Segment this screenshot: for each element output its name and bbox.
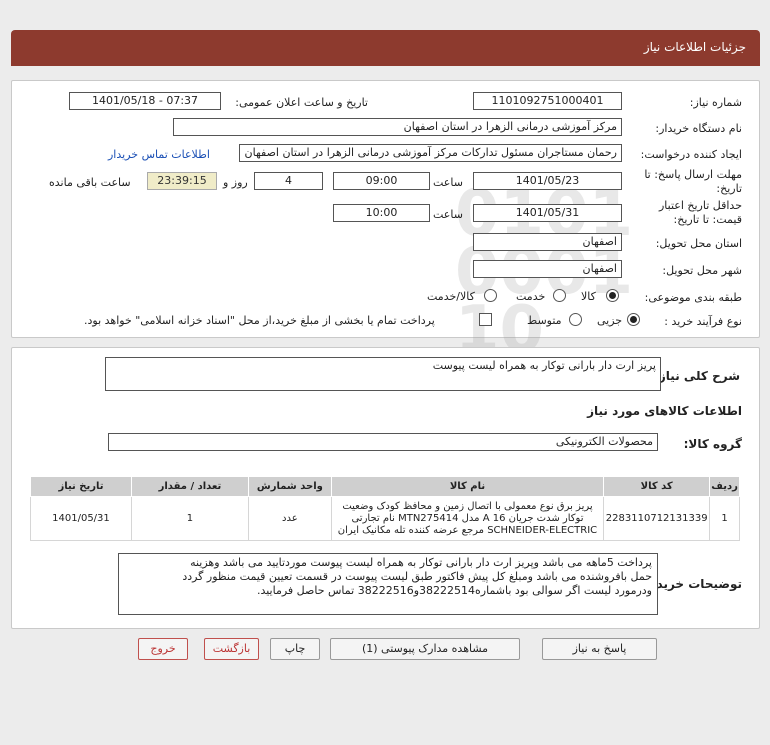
validity-time-label: ساعت bbox=[433, 208, 463, 221]
buyer-notes-line-3: ودرمورد لیست اگر سوالی بود باشماره382225… bbox=[256, 584, 652, 597]
view-attachments-button[interactable]: مشاهده مدارک پیوستی (1) bbox=[330, 638, 520, 660]
goods-table: ردیف کد کالا نام کالا واحد شمارش تعداد /… bbox=[30, 476, 740, 541]
process-label: نوع فرآیند خرید : bbox=[664, 315, 742, 328]
goods-group-label: گروه کالا: bbox=[683, 437, 742, 451]
city-label: شهر محل تحویل: bbox=[662, 264, 742, 277]
announce-field: 1401/05/18 - 07:37 bbox=[69, 92, 221, 110]
buyer-org-field: مرکز آموزشی درمانی الزهرا در استان اصفها… bbox=[173, 118, 622, 136]
remaining-label: ساعت باقی مانده bbox=[49, 176, 131, 189]
validity-date-field: 1401/05/31 bbox=[473, 204, 622, 222]
reply-button[interactable]: پاسخ به نیاز bbox=[542, 638, 657, 660]
deadline-label: مهلت ارسال پاسخ: تا تاریخ: bbox=[644, 168, 742, 195]
process-radio-medium[interactable] bbox=[569, 313, 582, 326]
category-radio-goods-service[interactable] bbox=[484, 289, 497, 302]
category-label: طبقه بندی موضوعی: bbox=[644, 291, 742, 304]
col-date: تاریخ نیاز bbox=[30, 476, 132, 497]
deadline-time-label: ساعت bbox=[433, 176, 463, 189]
col-index: ردیف bbox=[709, 476, 740, 497]
category-radio-service[interactable] bbox=[553, 289, 566, 302]
announce-label: تاریخ و ساعت اعلان عمومی: bbox=[235, 96, 368, 109]
category-option-service: خدمت bbox=[516, 290, 546, 303]
row-name-line-2: توکار شدت جریان A 16 مدل MTN275414 نام ت… bbox=[351, 512, 584, 524]
buyer-notes-field: پرداخت 5ماهه می باشد وپریز ارت دار باران… bbox=[118, 553, 658, 615]
creator-label: ایجاد کننده درخواست: bbox=[640, 148, 742, 161]
row-name-line-1: پریز برق نوع معمولی با اتصال زمین و محاف… bbox=[342, 500, 593, 512]
need-number-field: 1101092751000401 bbox=[473, 92, 622, 110]
province-label: استان محل تحویل: bbox=[655, 237, 742, 250]
treasury-payment-note: پرداخت تمام یا بخشی از مبلغ خرید،از محل … bbox=[84, 314, 435, 327]
print-button[interactable]: چاپ bbox=[270, 638, 320, 660]
buyer-org-label: نام دستگاه خریدار: bbox=[655, 122, 742, 135]
treasury-payment-checkbox[interactable] bbox=[479, 313, 492, 326]
category-option-goods: کالا bbox=[581, 290, 596, 303]
col-name: نام کالا bbox=[330, 476, 605, 497]
creator-field: رحمان مستاجران مسئول تدارکات مرکز آموزشی… bbox=[239, 144, 622, 162]
contact-buyer-link[interactable]: اطلاعات تماس خریدار bbox=[108, 148, 210, 161]
row-code: 2283110712131339 bbox=[603, 496, 711, 541]
row-date: 1401/05/31 bbox=[30, 496, 132, 541]
col-code: کد کالا bbox=[603, 476, 711, 497]
deadline-date-field: 1401/05/23 bbox=[473, 172, 622, 190]
page-title: جزئیات اطلاعات نیاز bbox=[643, 40, 746, 54]
table-row: 1 2283110712131339 پریز برق نوع معمولی ب… bbox=[30, 496, 740, 541]
validity-label: حداقل تاریخ اعتبار قیمت: تا تاریخ: bbox=[658, 199, 742, 226]
row-index: 1 bbox=[709, 496, 740, 541]
goods-table-header: ردیف کد کالا نام کالا واحد شمارش تعداد /… bbox=[30, 476, 740, 497]
buyer-notes-line-2: حمل بافروشنده می باشد ومبلغ کل پیش فاکتو… bbox=[182, 570, 652, 583]
process-option-minor: جزیی bbox=[597, 314, 623, 327]
goods-group-field: محصولات الکترونیکی bbox=[108, 433, 658, 451]
col-unit: واحد شمارش bbox=[248, 476, 332, 497]
goods-section-title: اطلاعات کالاهای مورد نیاز bbox=[587, 404, 742, 418]
category-radio-goods[interactable] bbox=[606, 289, 619, 302]
days-label: روز و bbox=[223, 176, 248, 189]
days-field: 4 bbox=[254, 172, 323, 190]
process-option-medium: متوسط bbox=[527, 314, 562, 327]
row-unit: عدد bbox=[248, 496, 332, 541]
process-radio-minor[interactable] bbox=[627, 313, 640, 326]
deadline-time-field: 09:00 bbox=[333, 172, 430, 190]
summary-label: شرح کلی نیاز: bbox=[654, 369, 740, 383]
category-option-goods-service: کالا/خدمت bbox=[427, 290, 475, 303]
row-qty: 1 bbox=[130, 496, 250, 541]
need-number-label: شماره نیاز: bbox=[689, 96, 742, 109]
province-field: اصفهان bbox=[473, 233, 622, 251]
remaining-time-field: 23:39:15 bbox=[147, 172, 217, 190]
page-header: جزئیات اطلاعات نیاز bbox=[11, 30, 760, 66]
city-field: اصفهان bbox=[473, 260, 622, 278]
col-qty: تعداد / مقدار bbox=[130, 476, 250, 497]
back-button[interactable]: بازگشت bbox=[204, 638, 259, 660]
summary-field: پریز ارت دار بارانی توکار به همراه لیست … bbox=[105, 357, 661, 391]
validity-time-field: 10:00 bbox=[333, 204, 430, 222]
exit-button[interactable]: خروج bbox=[138, 638, 188, 660]
row-name-line-3: SCHNEIDER-ELECTRIC مرجع عرضه کننده تله م… bbox=[337, 524, 598, 536]
buyer-notes-line-1: پرداخت 5ماهه می باشد وپریز ارت دار باران… bbox=[190, 556, 652, 569]
row-name: پریز برق نوع معمولی با اتصال زمین و محاف… bbox=[330, 496, 605, 541]
